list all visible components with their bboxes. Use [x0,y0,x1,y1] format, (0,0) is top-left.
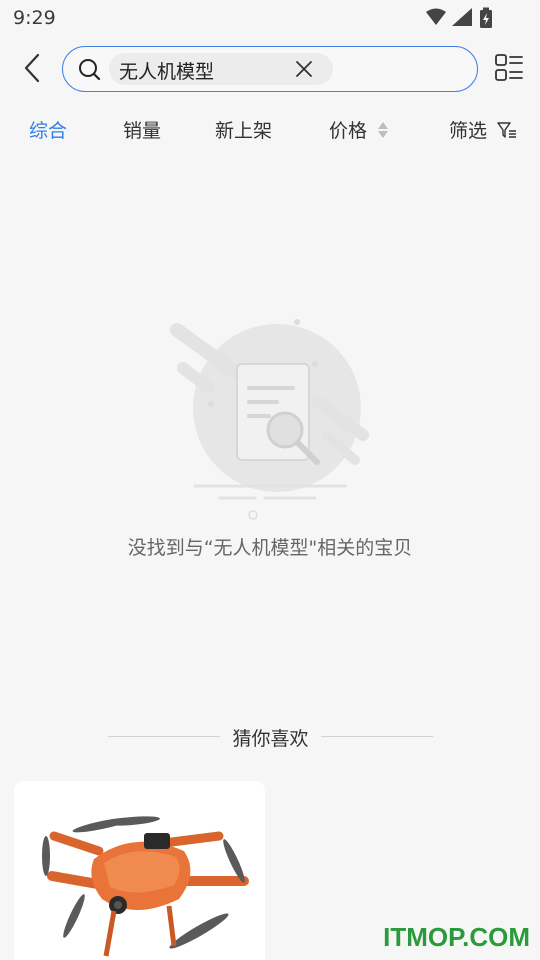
tab-new-arrivals[interactable]: 新上架 [215,116,272,143]
signal-icon [452,8,472,26]
empty-result-illustration [170,319,369,520]
sort-arrows-icon [378,122,389,138]
tab-price[interactable]: 价格 [329,116,389,143]
recommend-title: 猜你喜欢 [232,728,309,750]
recommend-section-header: 猜你喜欢 [108,716,433,756]
clear-keyword-icon[interactable] [295,60,313,78]
tab-filter[interactable]: 筛选 [449,116,517,143]
empty-result-message: 没找到与“无人机模型"相关的宝贝 [127,537,413,559]
divider-right [321,736,433,737]
search-icon [79,59,101,81]
drone-product-image [42,816,249,957]
status-bar: 9:29 [0,0,540,36]
tab-sales[interactable]: 销量 [123,116,161,143]
battery-icon [480,7,492,28]
tab-filter-label: 筛选 [449,120,488,142]
wifi-icon [426,8,446,25]
search-keyword-chip[interactable]: 无人机模型 [109,53,333,85]
product-card[interactable] [14,781,265,960]
filter-icon [497,122,517,138]
tab-price-label: 价格 [329,120,368,142]
search-keyword: 无人机模型 [119,61,215,83]
back-icon[interactable] [18,50,48,86]
filter-bar: 综合 销量 新上架 价格 筛选 [0,110,540,148]
layout-toggle-icon[interactable] [494,52,524,84]
tab-comprehensive[interactable]: 综合 [29,116,67,143]
status-time: 9:29 [13,7,56,29]
site-watermark: ITMOP.COM [383,922,530,952]
status-icons [426,7,492,28]
search-input[interactable]: 无人机模型 [62,46,478,92]
search-header: 无人机模型 [0,36,540,100]
